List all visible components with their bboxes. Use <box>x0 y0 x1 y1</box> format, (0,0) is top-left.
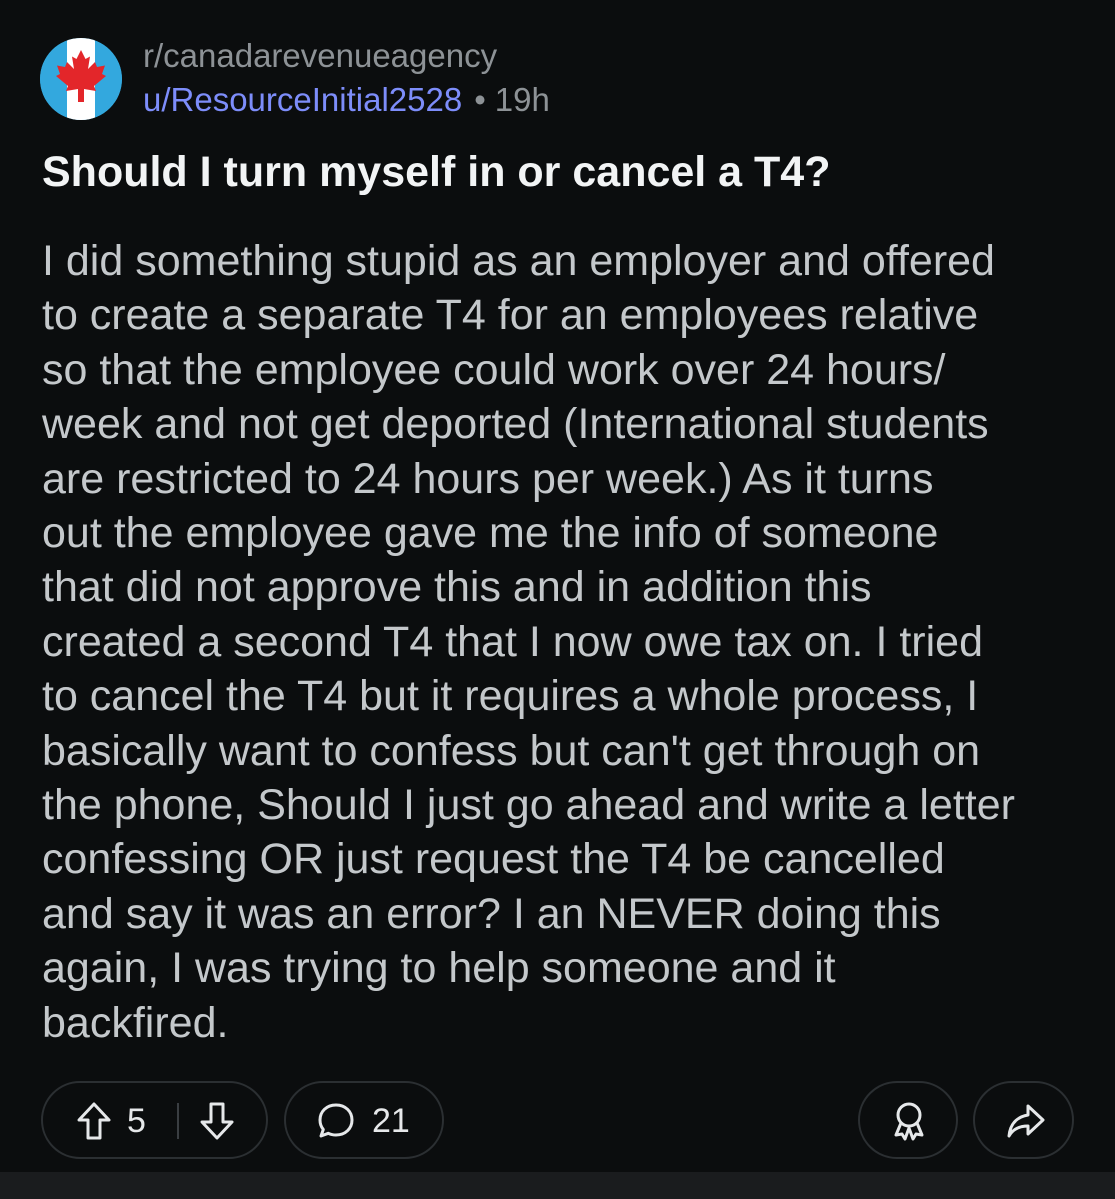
post-body-line: so that the employee could work over 24 … <box>42 345 946 394</box>
post-body: I did something stupid as an employer an… <box>42 234 1092 1050</box>
meta-separator: • <box>474 81 486 118</box>
upvote-icon[interactable] <box>76 1101 112 1141</box>
vote-divider <box>177 1103 179 1139</box>
post-body-line: to create a separate T4 for an employees… <box>42 291 979 340</box>
bottom-divider-strip <box>0 1172 1115 1199</box>
comments-button[interactable]: 21 <box>284 1081 444 1159</box>
post-body-line: are restricted to 24 hours per week.) As… <box>42 454 934 503</box>
comment-count: 21 <box>372 1102 410 1140</box>
post-body-line: backfired. <box>42 998 229 1047</box>
maple-leaf-icon <box>40 38 122 120</box>
author-username[interactable]: u/ResourceInitial2528 <box>143 81 462 118</box>
post-title[interactable]: Should I turn myself in or cancel a T4? <box>42 146 831 198</box>
downvote-icon[interactable] <box>199 1101 235 1141</box>
post-body-line: out the employee gave me the info of som… <box>42 509 939 558</box>
share-arrow-icon <box>1007 1104 1045 1138</box>
award-icon <box>894 1102 924 1141</box>
post-age: 19h <box>494 81 550 118</box>
post-body-line: the phone, Should I just go ahead and wr… <box>42 781 1015 830</box>
comment-bubble-icon <box>318 1103 354 1138</box>
vote-count: 5 <box>127 1102 146 1140</box>
post-body-line: to cancel the T4 but it requires a whole… <box>42 672 979 721</box>
share-button[interactable] <box>973 1081 1074 1159</box>
post-body-line: that did not approve this and in additio… <box>42 563 872 612</box>
vote-control: 5 <box>41 1081 268 1159</box>
subreddit-name[interactable]: r/canadarevenueagency <box>143 36 497 76</box>
post-body-line: I did something stupid as an employer an… <box>42 237 995 285</box>
subreddit-avatar[interactable] <box>40 38 122 120</box>
post-body-line: confessing OR just request the T4 be can… <box>42 835 945 884</box>
post-body-line: basically want to confess but can't get … <box>42 726 981 775</box>
post-card: r/canadarevenueagency u/ResourceInitial2… <box>0 0 1115 1172</box>
post-meta: u/ResourceInitial2528 • 19h <box>143 80 550 120</box>
award-button[interactable] <box>858 1081 958 1159</box>
post-body-line: week and not get deported (International… <box>42 400 989 449</box>
post-body-line: again, I was trying to help someone and … <box>42 944 836 993</box>
post-body-line: and say it was an error? I an NEVER doin… <box>42 889 941 938</box>
post-body-line: created a second T4 that I now owe tax o… <box>42 617 983 666</box>
